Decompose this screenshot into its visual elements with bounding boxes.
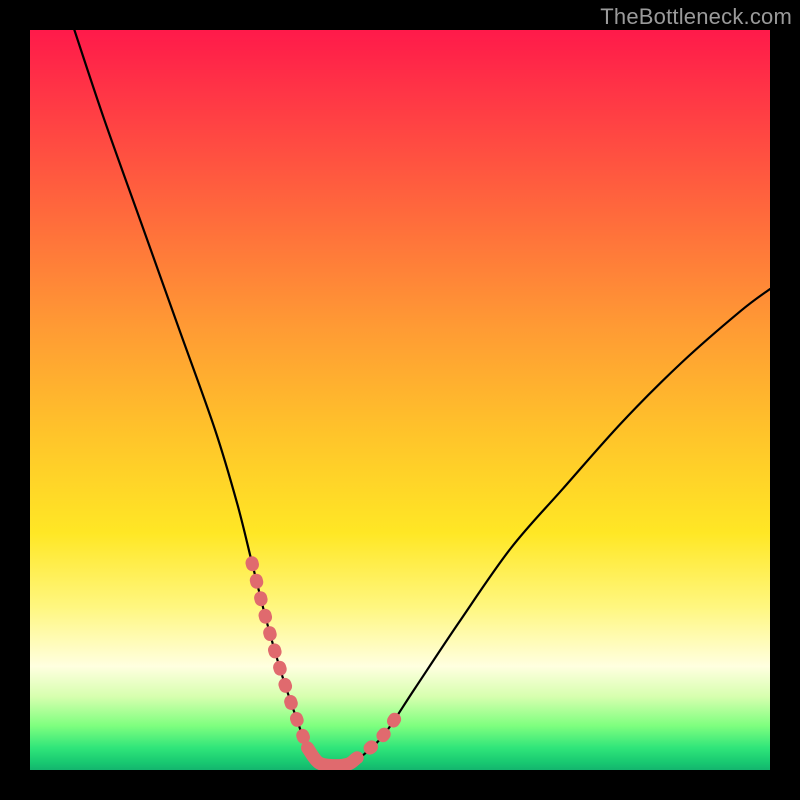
highlight-band-bottom (308, 748, 356, 766)
chart-stage: TheBottleneck.com (0, 0, 800, 800)
bottleneck-curve (74, 30, 770, 766)
highlight-band-left (252, 563, 308, 748)
plot-area (30, 30, 770, 770)
highlight-band-right (356, 711, 400, 759)
watermark-text: TheBottleneck.com (600, 4, 792, 30)
chart-overlay (30, 30, 770, 770)
